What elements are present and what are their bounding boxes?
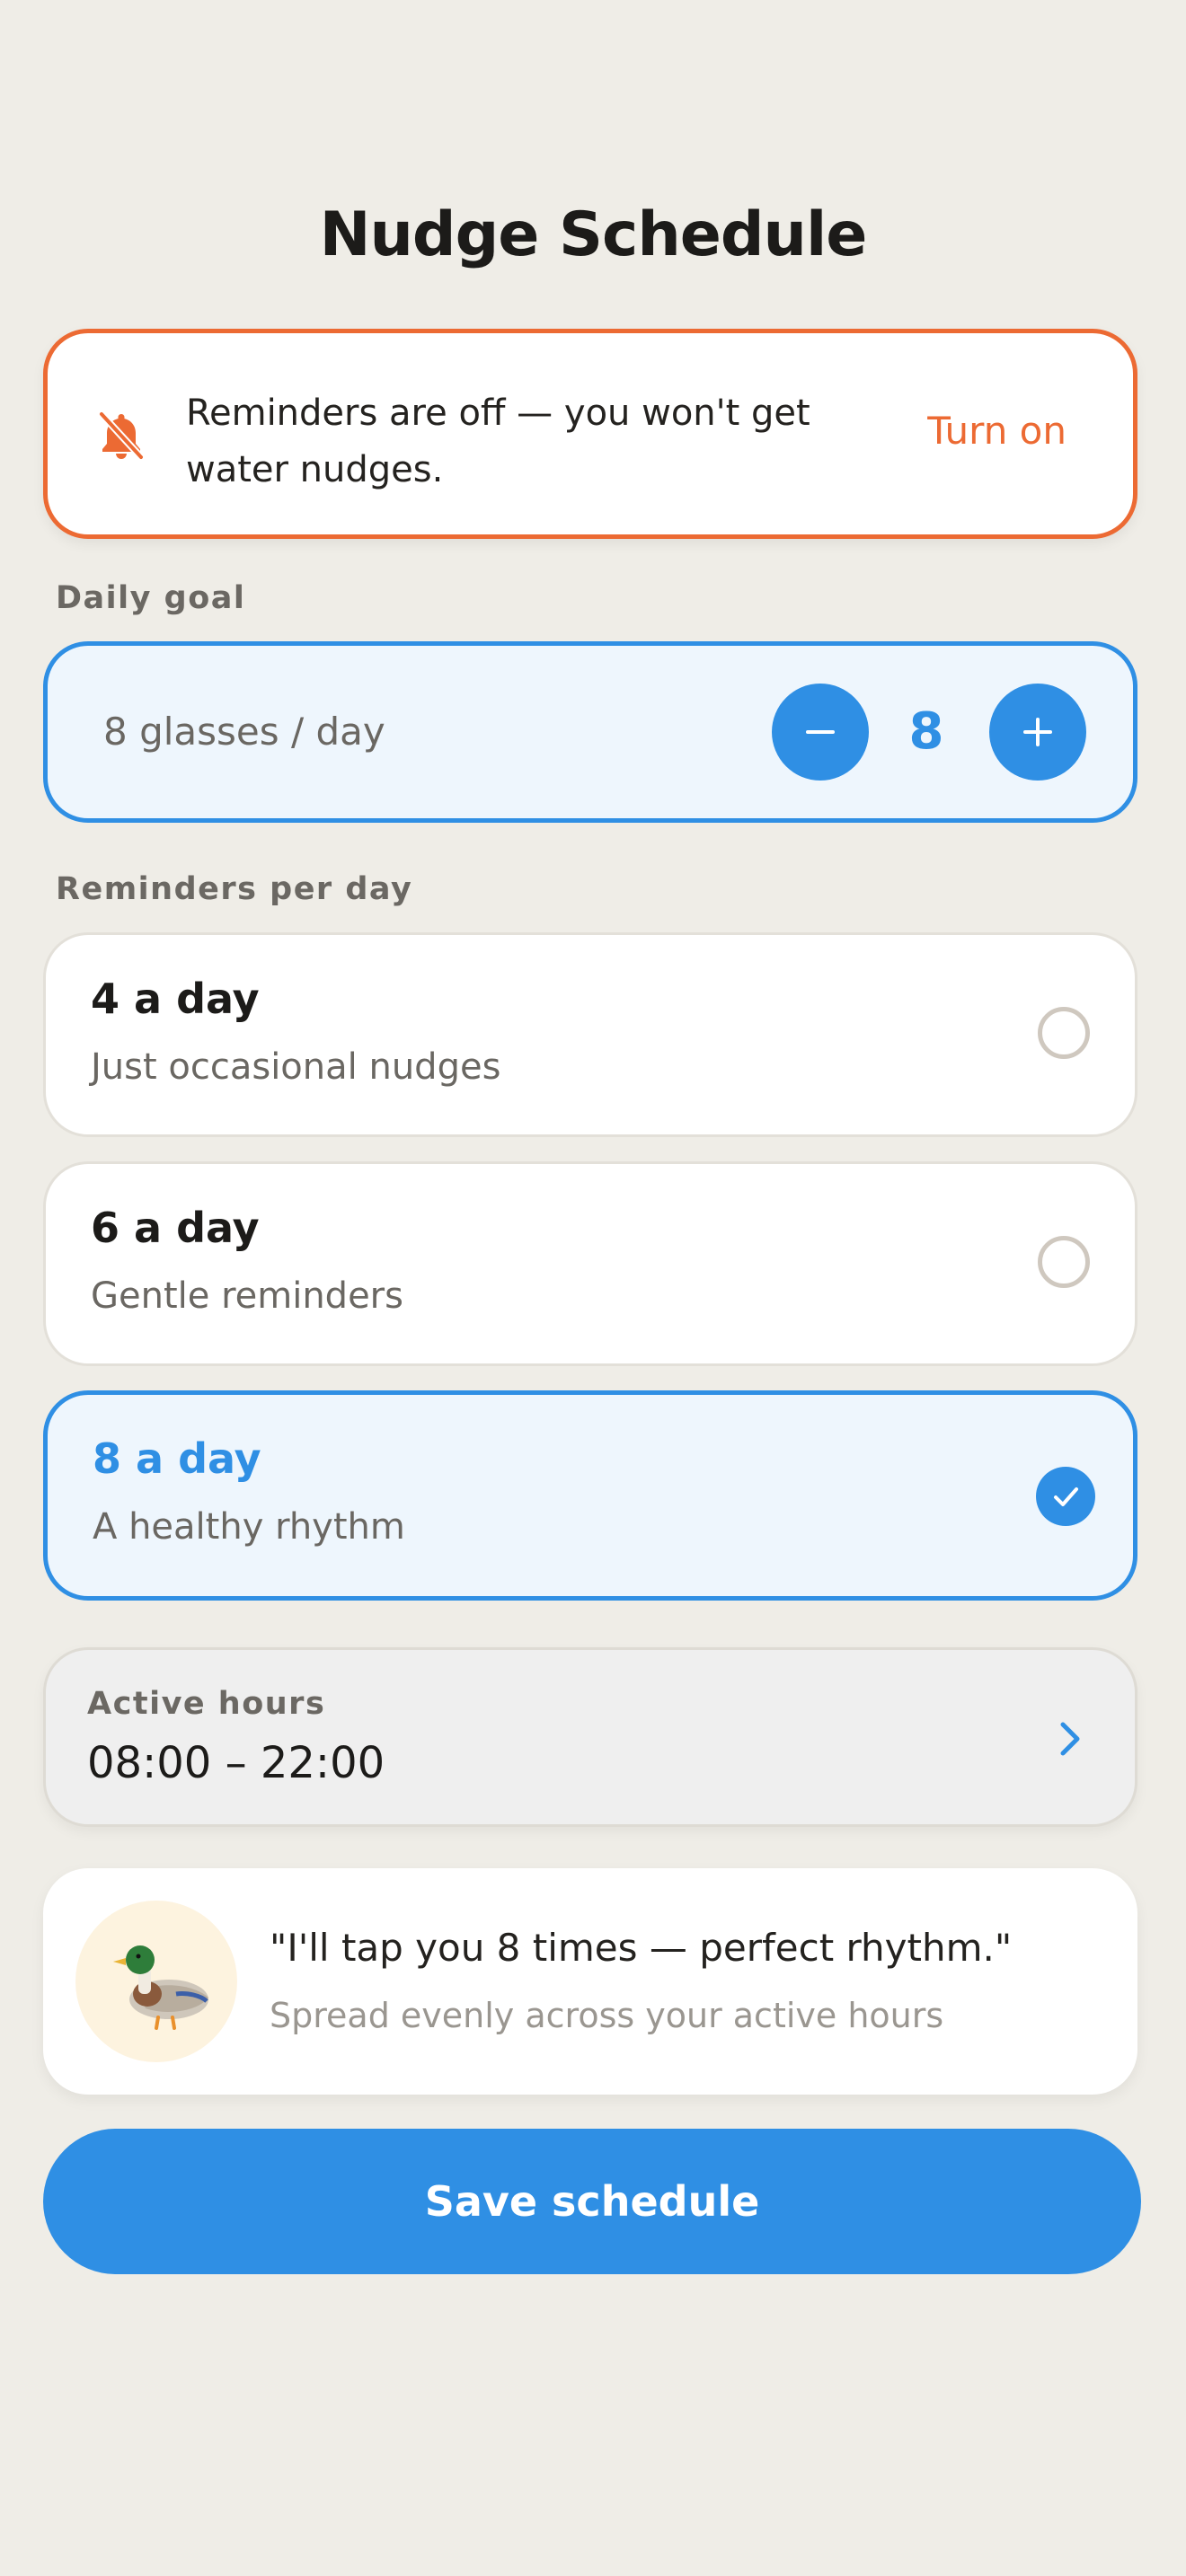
option-title: 6 a day [91, 1204, 260, 1252]
reminder-option-8[interactable]: 8 a day A healthy rhythm [43, 1390, 1137, 1601]
option-subtitle: Just occasional nudges [91, 1046, 501, 1088]
daily-goal-stepper: 8 glasses / day 8 [43, 641, 1137, 823]
reminders-per-day-label: Reminders per day [56, 871, 413, 907]
mascot-subtext: Spread evenly across your active hours [270, 1996, 944, 2035]
duck-icon [113, 1945, 208, 2030]
radio-unchecked-icon[interactable] [1038, 1236, 1090, 1288]
reminder-option-4[interactable]: 4 a day Just occasional nudges [43, 932, 1137, 1137]
active-hours-value: 08:00 – 22:00 [87, 1738, 385, 1788]
turn-on-button[interactable]: Turn on [927, 409, 1067, 453]
save-schedule-button[interactable]: Save schedule [43, 2129, 1141, 2274]
plus-icon [1023, 718, 1052, 746]
increment-goal-button[interactable] [989, 684, 1086, 781]
radio-unchecked-icon[interactable] [1038, 1007, 1090, 1059]
banner-message: Reminders are off — you won't get water … [186, 393, 810, 490]
checkmark-icon[interactable] [1036, 1467, 1095, 1526]
minus-icon [806, 730, 835, 734]
decrement-goal-button[interactable] [772, 684, 869, 781]
active-hours-row[interactable]: Active hours 08:00 – 22:00 [43, 1647, 1137, 1827]
mascot-quote: "I'll tap you 8 times — perfect rhythm." [270, 1926, 1013, 1970]
option-subtitle: A healthy rhythm [93, 1506, 405, 1548]
duck-avatar [75, 1901, 237, 2062]
mascot-card: "I'll tap you 8 times — perfect rhythm."… [43, 1868, 1137, 2095]
option-title: 8 a day [93, 1434, 261, 1483]
reminders-off-banner: Reminders are off — you won't get water … [43, 329, 1137, 539]
daily-goal-value: 8 [908, 702, 944, 761]
reminder-option-6[interactable]: 6 a day Gentle reminders [43, 1161, 1137, 1366]
daily-goal-label: Daily goal [56, 580, 246, 616]
active-hours-label: Active hours [87, 1686, 326, 1722]
option-subtitle: Gentle reminders [91, 1275, 403, 1317]
page-title: Nudge Schedule [319, 199, 868, 270]
option-title: 4 a day [91, 975, 260, 1023]
chevron-right-icon [1054, 1716, 1086, 1765]
bell-off-icon [98, 410, 145, 461]
daily-goal-summary: 8 glasses / day [103, 710, 385, 754]
